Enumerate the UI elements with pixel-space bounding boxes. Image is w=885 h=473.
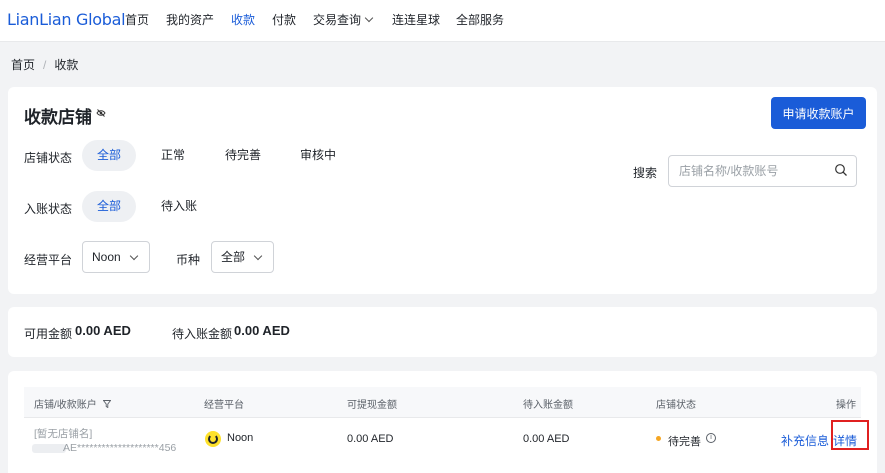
nav-item-all-services[interactable]: 全部服务 [456,11,504,28]
shop-status-all[interactable]: 全部 [82,140,136,171]
available-amount-value: 0.00 AED [75,323,131,338]
lianlian-logo[interactable]: LianLian Global [7,10,126,29]
eye-off-icon[interactable] [96,108,106,118]
header-divider [24,417,861,418]
chevron-down-icon [253,251,263,261]
platform-label: 经营平台 [24,253,73,267]
info-icon[interactable]: i [706,433,716,443]
platform-cell: Noon [227,432,254,444]
balance-card: 可用金额 0.00 AED 待入账金额 0.00 AED [8,307,877,357]
table-header [24,387,861,417]
shop-status-label: 店铺状态 [24,151,73,165]
shop-status-reviewing[interactable]: 审核中 [290,140,346,171]
shop-table-card: 店铺/收款账户 经营平台 可提现金额 待入账金额 店铺状态 操作 [暂无店铺名]… [8,371,877,473]
highlight-box [831,420,869,450]
column-header-status: 店铺状态 [656,400,696,411]
search-label: 搜索 [633,166,658,180]
nav-item-pay[interactable]: 付款 [272,11,296,28]
entry-status-all[interactable]: 全部 [82,191,136,222]
platform-select-value: Noon [92,250,121,264]
breadcrumb-home[interactable]: 首页 [11,58,35,72]
entry-status-pending[interactable]: 待入账 [151,191,207,222]
column-header-withdrawable: 可提现金额 [347,400,397,411]
nav-item-transaction-query-label: 交易查询 [313,13,362,27]
supplement-info-link[interactable]: 补充信息 [781,432,829,449]
noon-logo-icon [205,431,221,447]
nav-item-home[interactable]: 首页 [125,11,149,28]
pending-amount-label: 待入账金额 [172,327,233,341]
breadcrumb-separator: / [43,58,47,72]
withdrawable-cell: 0.00 AED [347,433,394,445]
apply-account-button[interactable]: 申请收款账户 [771,97,866,129]
pending-cell: 0.00 AED [523,433,570,445]
masked-text [32,444,66,453]
nav-item-transaction-query[interactable]: 交易查询 [313,11,374,28]
available-amount-label: 可用金额 [24,327,73,341]
column-header-pending: 待入账金额 [523,400,573,411]
page-title: 收款店铺 [24,108,92,127]
chevron-down-icon [364,13,374,23]
shop-status-incomplete[interactable]: 待完善 [215,140,271,171]
currency-label: 币种 [176,253,201,267]
column-header-actions: 操作 [836,400,856,411]
currency-select[interactable]: 全部 [211,241,274,273]
nav-item-lianlian-planet[interactable]: 连连星球 [392,11,440,28]
filter-icon[interactable] [102,400,111,409]
column-header-shop-account: 店铺/收款账户 [34,396,111,411]
top-nav: LianLian Global 首页 我的资产 收款 付款 交易查询 连连星球 … [0,0,885,42]
nav-item-my-assets[interactable]: 我的资产 [166,11,214,28]
shop-status-normal[interactable]: 正常 [151,140,195,171]
platform-select[interactable]: Noon [82,241,150,273]
entry-status-label: 入账状态 [24,202,73,216]
pending-amount-value: 0.00 AED [234,323,290,338]
currency-select-value: 全部 [221,250,246,264]
account-number: AE********************456 [63,442,177,454]
status-cell: 待完善 [668,436,701,448]
breadcrumb: 首页 / 收款 [11,56,78,73]
chevron-down-icon [129,251,139,261]
shop-filter-card: 收款店铺 申请收款账户 店铺状态 全部 正常 待完善 审核中 入账状态 全部 待… [8,87,877,294]
search-input[interactable] [668,155,857,187]
breadcrumb-current: 收款 [54,58,79,72]
column-header-shop-account-label: 店铺/收款账户 [34,400,97,411]
column-header-platform: 经营平台 [204,400,244,411]
nav-item-receive[interactable]: 收款 [231,11,255,28]
search-icon[interactable] [834,163,848,177]
status-dot [656,436,661,441]
shop-name: [暂无店铺名] [34,428,93,440]
